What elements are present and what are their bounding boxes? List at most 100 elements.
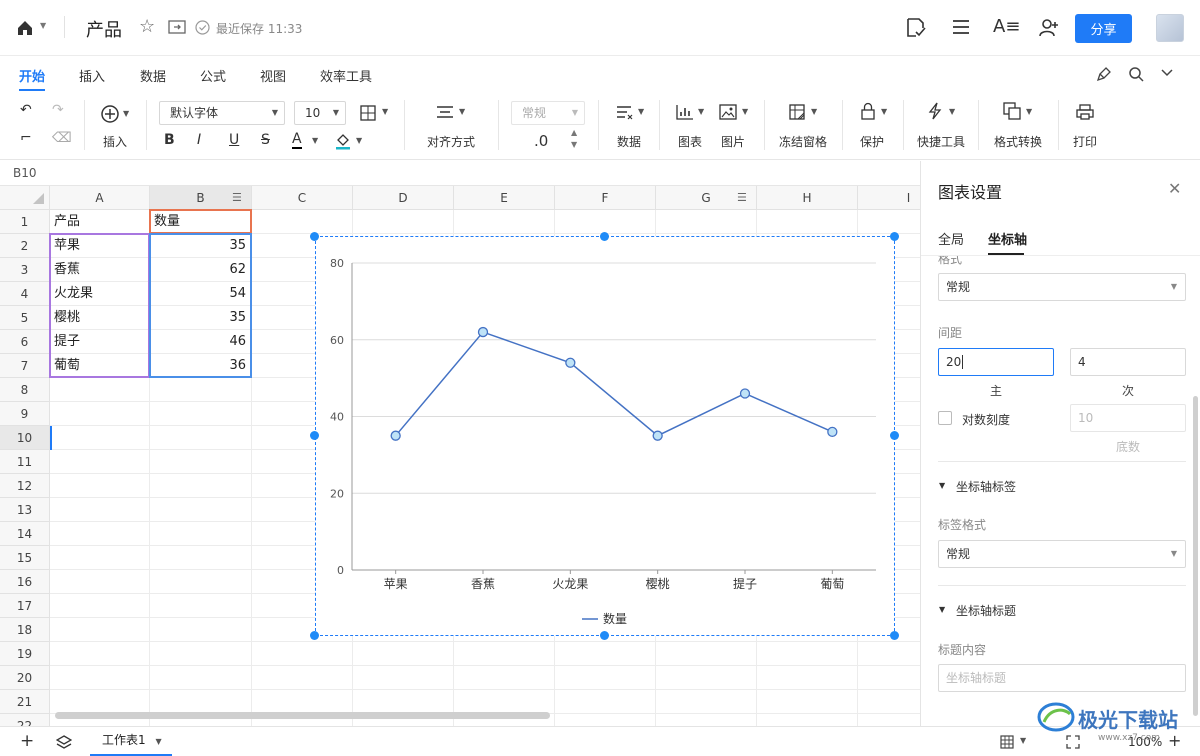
column-header-e[interactable]: E — [454, 186, 555, 210]
row-header-16[interactable]: 16 — [0, 570, 50, 594]
fullscreen-icon[interactable] — [1066, 735, 1080, 749]
row-header-15[interactable]: 15 — [0, 546, 50, 570]
move-to-folder-icon[interactable] — [168, 19, 186, 35]
format-painter-icon[interactable]: ⌐ — [20, 130, 32, 146]
strikethrough-button[interactable]: S — [261, 132, 270, 148]
font-family-select[interactable]: 默认字体 ▼ — [159, 101, 285, 125]
freeze-chevron-icon[interactable]: ▼ — [811, 107, 817, 116]
row-header-12[interactable]: 12 — [0, 474, 50, 498]
resize-handle[interactable] — [890, 631, 899, 640]
tab-data[interactable]: 数据 — [140, 66, 166, 85]
sheet-chevron-icon[interactable]: ▼ — [155, 737, 161, 746]
row-header-6[interactable]: 6 — [0, 330, 50, 354]
collapse-chevron-icon[interactable] — [1160, 68, 1174, 78]
column-header-i[interactable]: I — [858, 186, 920, 210]
line-chart[interactable]: 0 20 40 60 80 苹果 香蕉 火龙果 樱桃 提子 葡萄 数量 — [315, 236, 895, 636]
menu-icon[interactable] — [952, 19, 970, 35]
print-icon[interactable] — [1076, 104, 1094, 120]
tab-insert[interactable]: 插入 — [79, 66, 105, 85]
decrease-decimal-icon[interactable]: ▼ — [571, 140, 577, 149]
row-header-17[interactable]: 17 — [0, 594, 50, 618]
align-chevron-icon[interactable]: ▼ — [459, 107, 465, 116]
cell-name-box[interactable]: B10 — [0, 161, 50, 185]
column-header-h[interactable]: H — [757, 186, 858, 210]
freeze-panes-icon[interactable] — [789, 104, 805, 120]
home-icon[interactable] — [16, 19, 34, 37]
minor-spacing-input[interactable]: 4 — [1070, 348, 1186, 376]
horizontal-scrollbar[interactable] — [55, 712, 550, 719]
row-header-3[interactable]: 3 — [0, 258, 50, 282]
undo-icon[interactable]: ↶ — [20, 102, 32, 118]
search-icon[interactable] — [1128, 66, 1144, 82]
row-header-10[interactable]: 10 — [0, 426, 50, 450]
row-header-18[interactable]: 18 — [0, 618, 50, 642]
insert-chevron-icon[interactable]: ▼ — [123, 109, 129, 118]
tab-start[interactable]: 开始 — [19, 66, 45, 85]
number-format-select[interactable]: 常规 ▼ — [511, 101, 585, 125]
font-color-chevron-icon[interactable]: ▼ — [312, 136, 318, 145]
quick-tools-label[interactable]: 快捷工具 — [917, 133, 965, 150]
fill-color-icon[interactable] — [335, 132, 351, 150]
sheet-tab[interactable]: 工作表1 ▼ — [90, 727, 172, 756]
row-header-1[interactable]: 1 — [0, 210, 50, 234]
share-button[interactable]: 分享 — [1075, 14, 1132, 43]
underline-button[interactable]: U — [229, 132, 239, 148]
resize-handle[interactable] — [600, 631, 609, 640]
data-filter-icon[interactable] — [616, 105, 634, 121]
italic-button[interactable]: I — [197, 132, 201, 148]
align-label[interactable]: 对齐方式 — [427, 133, 475, 150]
grid-view-icon[interactable] — [1000, 735, 1014, 749]
panel-scrollbar[interactable] — [1193, 396, 1198, 716]
resize-handle[interactable] — [600, 232, 609, 241]
quick-tools-icon[interactable] — [926, 102, 944, 120]
row-header-22[interactable]: 22 — [0, 714, 50, 726]
format-convert-label[interactable]: 格式转换 — [994, 133, 1042, 150]
resize-handle[interactable] — [890, 431, 899, 440]
image-icon[interactable] — [719, 104, 737, 120]
row-header-8[interactable]: 8 — [0, 378, 50, 402]
log-base-input[interactable]: 10 — [1070, 404, 1186, 432]
row-header-14[interactable]: 14 — [0, 522, 50, 546]
row-header-20[interactable]: 20 — [0, 666, 50, 690]
row-header-5[interactable]: 5 — [0, 306, 50, 330]
document-title[interactable]: 产品 — [86, 16, 122, 42]
image-label[interactable]: 图片 — [721, 133, 745, 150]
fill-color-chevron-icon[interactable]: ▼ — [356, 136, 362, 145]
sheets-layers-icon[interactable] — [56, 735, 72, 749]
column-header-a[interactable]: A — [50, 186, 150, 210]
avatar[interactable] — [1156, 14, 1184, 42]
insert-label[interactable]: 插入 — [103, 133, 127, 150]
row-header-9[interactable]: 9 — [0, 402, 50, 426]
row-header-13[interactable]: 13 — [0, 498, 50, 522]
tab-formula[interactable]: 公式 — [200, 66, 226, 85]
column-header-f[interactable]: F — [555, 186, 656, 210]
add-user-icon[interactable] — [1038, 17, 1060, 39]
column-filter-icon[interactable]: ☰ — [232, 191, 242, 204]
select-all-corner[interactable] — [0, 186, 50, 210]
axis-label-section[interactable]: 坐标轴标签 — [956, 478, 1016, 495]
check-doc-icon[interactable] — [905, 17, 927, 39]
resize-handle[interactable] — [310, 431, 319, 440]
border-icon[interactable] — [360, 105, 376, 121]
column-header-d[interactable]: D — [353, 186, 454, 210]
format-convert-icon[interactable] — [1003, 102, 1021, 120]
lock-icon[interactable] — [860, 102, 876, 120]
close-icon[interactable]: ✕ — [1168, 179, 1181, 198]
home-chevron-icon[interactable]: ▼ — [40, 21, 46, 30]
label-format-select[interactable]: 常规 ▼ — [938, 540, 1186, 568]
tab-global[interactable]: 全局 — [938, 229, 964, 248]
increase-decimal-icon[interactable]: ▲ — [571, 128, 577, 137]
chart-chevron-icon[interactable]: ▼ — [698, 107, 704, 116]
brush-icon[interactable] — [1096, 66, 1112, 82]
data-chevron-icon[interactable]: ▼ — [638, 107, 644, 116]
text-size-icon[interactable]: A≡ — [993, 16, 1020, 37]
row-header-7[interactable]: 7 — [0, 354, 50, 378]
column-filter-icon[interactable]: ☰ — [737, 191, 747, 204]
axis-format-select[interactable]: 常规 ▼ — [938, 273, 1186, 301]
row-header-4[interactable]: 4 — [0, 282, 50, 306]
tab-axis[interactable]: 坐标轴 — [988, 229, 1027, 248]
protect-chevron-icon[interactable]: ▼ — [881, 107, 887, 116]
expand-triangle-icon[interactable]: ▼ — [939, 481, 945, 490]
expand-triangle-icon[interactable]: ▼ — [939, 605, 945, 614]
resize-handle[interactable] — [310, 631, 319, 640]
